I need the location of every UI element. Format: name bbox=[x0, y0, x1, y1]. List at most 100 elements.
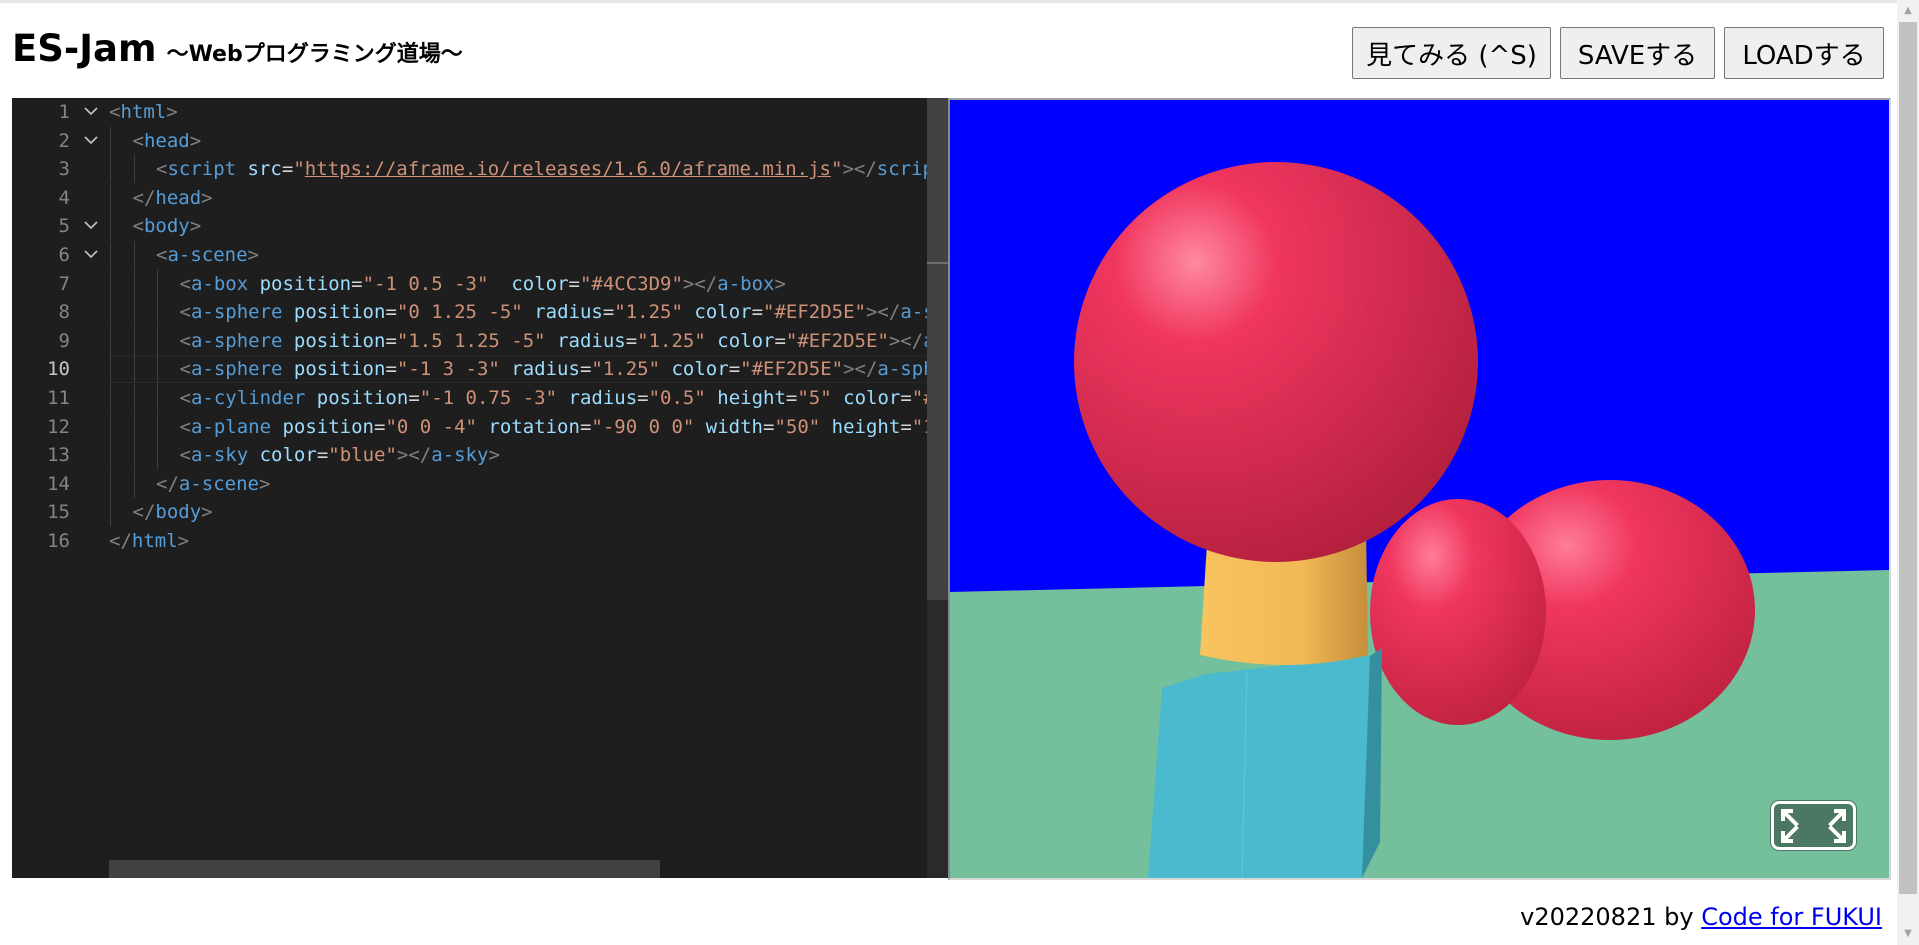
code-line[interactable]: 3 <script src="https://aframe.io/releases… bbox=[12, 155, 948, 184]
code-line[interactable]: 4 </head> bbox=[12, 183, 948, 212]
line-number: 15 bbox=[47, 501, 70, 524]
line-number: 7 bbox=[58, 272, 70, 295]
indent-guide bbox=[110, 298, 111, 327]
fold-chevron-down-icon[interactable] bbox=[84, 104, 98, 118]
code-line[interactable]: 8 <a-sphere position="0 1.25 -5" radius="… bbox=[12, 298, 949, 327]
line-number: 1 bbox=[58, 101, 70, 123]
code-line[interactable]: 10 <a-sphere position="-1 3 -3" radius="1… bbox=[12, 355, 949, 384]
code-text: <a-sphere position="-1 3 -3" radius="1.2… bbox=[179, 358, 949, 381]
indent-guide bbox=[133, 384, 135, 412]
indent-guide bbox=[110, 183, 111, 212]
box-front-right bbox=[1206, 656, 1370, 878]
code-text: <a-box position="-1 0.5 -3" color="#4CC3… bbox=[179, 272, 786, 295]
indent-guide bbox=[157, 269, 158, 298]
indent-guide bbox=[110, 126, 111, 155]
fold-chevron-down-icon[interactable] bbox=[84, 218, 98, 232]
line-number: 9 bbox=[58, 329, 70, 352]
save-button[interactable]: SAVEする bbox=[1560, 27, 1715, 79]
code-for-fukui-link[interactable]: Code for FUKUI bbox=[1701, 903, 1882, 931]
load-button[interactable]: LOADする bbox=[1724, 27, 1884, 79]
code-text: </head> bbox=[132, 186, 213, 209]
code-line[interactable]: 12 <a-plane position="0 0 -4" rotation="-… bbox=[12, 412, 948, 441]
code-text: <html> bbox=[109, 101, 178, 123]
code-text: <a-sky color="blue"></a-sky> bbox=[179, 444, 500, 467]
editor-horizontal-scroll-thumb[interactable] bbox=[109, 860, 660, 878]
line-number: 3 bbox=[58, 158, 70, 181]
code-line[interactable]: 16 </html> bbox=[12, 527, 948, 555]
scene-canvas bbox=[950, 100, 1889, 878]
line-number: 2 bbox=[58, 129, 70, 152]
indent-guide bbox=[157, 326, 158, 355]
code-line[interactable]: 13 <a-sky color="blue"></a-sky> bbox=[12, 441, 948, 470]
indent-guide bbox=[133, 469, 135, 498]
version-text: v20220821 by bbox=[1520, 903, 1702, 931]
indent-guide bbox=[157, 355, 158, 384]
code-editor[interactable]: 1 <html> 2 <head> 3 <script src="https://afra… bbox=[12, 98, 948, 878]
code-line[interactable]: 2 <head> bbox=[12, 126, 948, 155]
indent-guide bbox=[157, 441, 158, 470]
app-name: ES-Jam bbox=[12, 27, 157, 70]
sphere-middle bbox=[1370, 499, 1546, 725]
indent-guide bbox=[110, 241, 111, 269]
code-line[interactable]: 14 </a-scene> bbox=[12, 469, 948, 498]
code-line[interactable]: 6 <a-scene> bbox=[12, 241, 948, 269]
code-line[interactable]: 7 <a-box position="-1 0.5 -3" color="#4CC… bbox=[12, 269, 948, 298]
indent-guide bbox=[110, 155, 111, 184]
fullscreen-icon bbox=[1781, 809, 1846, 843]
top-border bbox=[0, 0, 1919, 3]
indent-guide bbox=[110, 384, 111, 412]
indent-guide bbox=[133, 412, 135, 441]
page-scroll-down-arrow[interactable]: ▼ bbox=[1902, 928, 1914, 940]
app-title: ES-Jam ～Webプログラミング道場～ bbox=[12, 26, 463, 78]
page-scroll-up-arrow[interactable]: ▲ bbox=[1902, 5, 1914, 17]
code-line[interactable]: 9 <a-sphere position="1.5 1.25 -5" radius… bbox=[12, 326, 949, 355]
code-text: <script src="https://aframe.io/releases/… bbox=[156, 158, 948, 181]
indent-guide bbox=[133, 241, 135, 269]
fullscreen-button[interactable] bbox=[1771, 801, 1856, 850]
indent-guide bbox=[110, 212, 111, 241]
indent-guide bbox=[133, 355, 135, 384]
indent-guide bbox=[133, 269, 135, 298]
preview-button[interactable]: 見てみる (^S) bbox=[1352, 27, 1551, 79]
editor-scroll-position-marker bbox=[927, 262, 948, 264]
sphere-top bbox=[1074, 162, 1478, 562]
line-number: 11 bbox=[47, 387, 70, 409]
code-text: </body> bbox=[132, 501, 213, 524]
editor-vertical-scroll-thumb[interactable] bbox=[927, 98, 948, 600]
line-number: 10 bbox=[47, 358, 70, 381]
fold-chevron-down-icon[interactable] bbox=[84, 133, 98, 147]
code-text: </html> bbox=[109, 530, 190, 552]
line-number: 12 bbox=[47, 415, 70, 438]
line-number: 6 bbox=[58, 244, 70, 266]
indent-guide bbox=[110, 355, 111, 384]
footer: v20220821 by Code for FUKUI bbox=[1520, 902, 1882, 932]
indent-guide bbox=[133, 298, 135, 327]
indent-guide bbox=[110, 498, 111, 527]
line-number: 8 bbox=[58, 301, 70, 324]
indent-guide bbox=[110, 269, 111, 298]
line-number: 14 bbox=[47, 472, 70, 495]
indent-guide bbox=[157, 298, 158, 327]
code-line[interactable]: 15 </body> bbox=[12, 498, 948, 527]
code-text: <body> bbox=[132, 215, 202, 238]
code-text: <head> bbox=[132, 129, 202, 152]
code-line[interactable]: 11 <a-cylinder position="-1 0.75 -3" radi… bbox=[12, 384, 948, 412]
fold-chevron-down-icon[interactable] bbox=[84, 247, 98, 261]
indent-guide bbox=[157, 384, 158, 412]
indent-guide bbox=[110, 441, 111, 470]
indent-guide bbox=[110, 412, 111, 441]
line-number: 4 bbox=[58, 186, 70, 209]
code-text: <a-sphere position="0 1.25 -5" radius="1… bbox=[179, 301, 949, 324]
code-text: <a-cylinder position="-1 0.75 -3" radius… bbox=[179, 387, 947, 409]
page-scroll-thumb[interactable] bbox=[1899, 22, 1917, 894]
indent-guide bbox=[110, 469, 111, 498]
indent-guide bbox=[133, 155, 135, 184]
indent-guide bbox=[133, 441, 135, 470]
code-text: </a-scene> bbox=[156, 472, 271, 495]
code-line[interactable]: 1 <html> bbox=[12, 98, 948, 126]
code-line[interactable]: 5 <body> bbox=[12, 212, 948, 241]
scene-preview[interactable] bbox=[948, 98, 1891, 880]
code-text: <a-sphere position="1.5 1.25 -5" radius=… bbox=[179, 329, 949, 352]
code-text: <a-plane position="0 0 -4" rotation="-90… bbox=[179, 415, 947, 438]
indent-guide bbox=[157, 412, 158, 441]
